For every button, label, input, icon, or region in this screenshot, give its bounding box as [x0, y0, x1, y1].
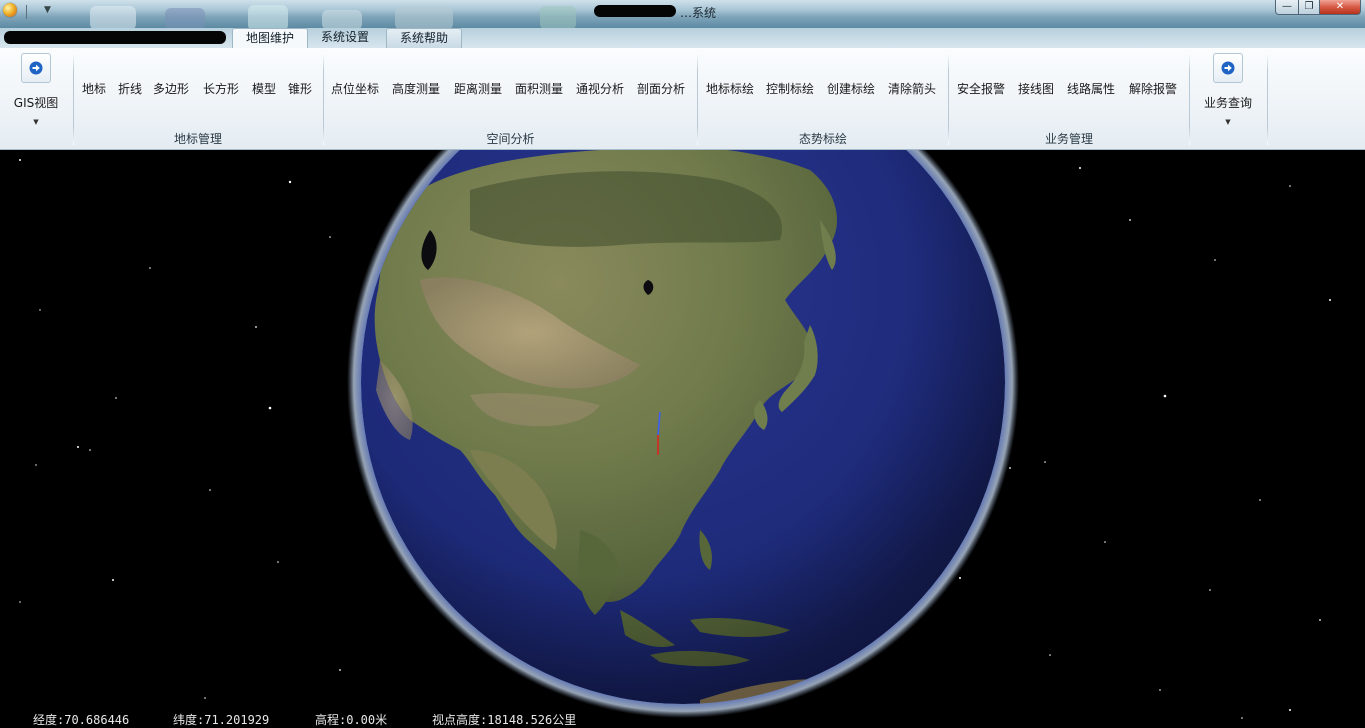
title-decoration [322, 10, 362, 28]
arrow-right-circle-icon [1213, 53, 1243, 83]
app-window: ▼ …系统 — ❐ ✕ 地图维护 系统设置 系统帮助 GIS视图 ▼ 地标 折线… [0, 0, 1365, 728]
latitude-readout: 纬度:71.201929 [173, 713, 270, 727]
group-label: 态势标绘 [798, 132, 847, 146]
business-query-label: 业务查询 [1203, 96, 1252, 110]
business-query-button[interactable]: 业务查询 ▼ [1196, 53, 1260, 127]
close-button[interactable]: ✕ [1320, 0, 1361, 15]
redacted-title-part [594, 5, 676, 17]
group-spatial-analysis: 点位坐标 高度测量 距离测量 面积测量 通视分析 剖面分析 空间分析 [324, 51, 697, 147]
window-title: …系统 [680, 6, 717, 20]
title-decoration [90, 6, 136, 28]
globe[interactable] [361, 150, 1005, 728]
area-measure-button[interactable]: 面积测量 [515, 81, 563, 97]
clear-arrow-button[interactable]: 清除箭头 [888, 81, 936, 97]
create-plot-button[interactable]: 创建标绘 [827, 81, 875, 97]
group-label: 空间分析 [486, 132, 535, 146]
chevron-down-icon[interactable]: ▼ [6, 117, 66, 127]
group-landmark-management: 地标 折线 多边形 长方形 模型 锥形 地标管理 [74, 51, 322, 147]
polygon-button[interactable]: 多边形 [153, 81, 189, 97]
tab-map-maintenance[interactable]: 地图维护 [232, 28, 308, 48]
ribbon: GIS视图 ▼ 地标 折线 多边形 长方形 模型 锥形 地标管理 点位坐标 高度… [0, 48, 1365, 150]
landmark-button[interactable]: 地标 [82, 81, 106, 97]
group-situation-plotting: 地标标绘 控制标绘 创建标绘 清除箭头 态势标绘 [698, 51, 948, 147]
model-button[interactable]: 模型 [252, 81, 276, 97]
group-label: 地标管理 [173, 132, 222, 146]
title-bar: ▼ …系统 — ❐ ✕ [0, 0, 1365, 28]
landmark-plot-button[interactable]: 地标标绘 [706, 81, 754, 97]
redacted-tabs [4, 31, 226, 44]
arrow-right-circle-icon [21, 53, 51, 83]
title-decoration [165, 8, 205, 28]
app-icon[interactable] [3, 3, 17, 17]
distance-measure-button[interactable]: 距离测量 [454, 81, 502, 97]
security-alarm-button[interactable]: 安全报警 [957, 81, 1005, 97]
altitude-readout: 高程:0.00米 [315, 713, 388, 727]
ribbon-tab-strip: 地图维护 系统设置 系统帮助 [0, 28, 1365, 48]
wiring-diagram-button[interactable]: 接线图 [1018, 81, 1054, 97]
title-decoration [248, 5, 288, 28]
tab-system-settings[interactable]: 系统设置 [311, 28, 379, 47]
title-decoration [395, 6, 453, 28]
dismiss-alarm-button[interactable]: 解除报警 [1129, 81, 1177, 97]
group-label: 业务管理 [1044, 132, 1093, 146]
height-measure-button[interactable]: 高度测量 [392, 81, 440, 97]
globe-viewport[interactable] [0, 150, 1365, 728]
quick-access-dropdown-icon[interactable]: ▼ [44, 4, 51, 16]
window-controls: — ❐ ✕ [1275, 0, 1361, 15]
point-coordinate-button[interactable]: 点位坐标 [331, 81, 379, 97]
control-plot-button[interactable]: 控制标绘 [766, 81, 814, 97]
cone-button[interactable]: 锥形 [288, 81, 312, 97]
group-business-management: 安全报警 接线图 线路属性 解除报警 业务管理 [949, 51, 1189, 147]
group-separator [1189, 53, 1190, 145]
tab-system-help[interactable]: 系统帮助 [386, 28, 462, 48]
profile-analysis-button[interactable]: 剖面分析 [637, 81, 685, 97]
gis-view-button[interactable]: GIS视图 ▼ [6, 53, 66, 127]
quick-access-separator [26, 5, 27, 19]
restore-button[interactable]: ❐ [1299, 0, 1320, 15]
longitude-readout: 经度:70.686446 [33, 713, 130, 727]
gis-view-label: GIS视图 [13, 96, 59, 110]
polyline-button[interactable]: 折线 [118, 81, 142, 97]
group-separator [1267, 53, 1268, 145]
chevron-down-icon[interactable]: ▼ [1196, 117, 1260, 127]
rectangle-button[interactable]: 长方形 [203, 81, 239, 97]
title-decoration [540, 6, 576, 28]
view-height-readout: 视点高度:18148.526公里 [432, 713, 577, 727]
line-of-sight-button[interactable]: 通视分析 [576, 81, 624, 97]
globe-canvas[interactable] [0, 150, 1365, 728]
line-properties-button[interactable]: 线路属性 [1067, 81, 1115, 97]
minimize-button[interactable]: — [1275, 0, 1299, 15]
